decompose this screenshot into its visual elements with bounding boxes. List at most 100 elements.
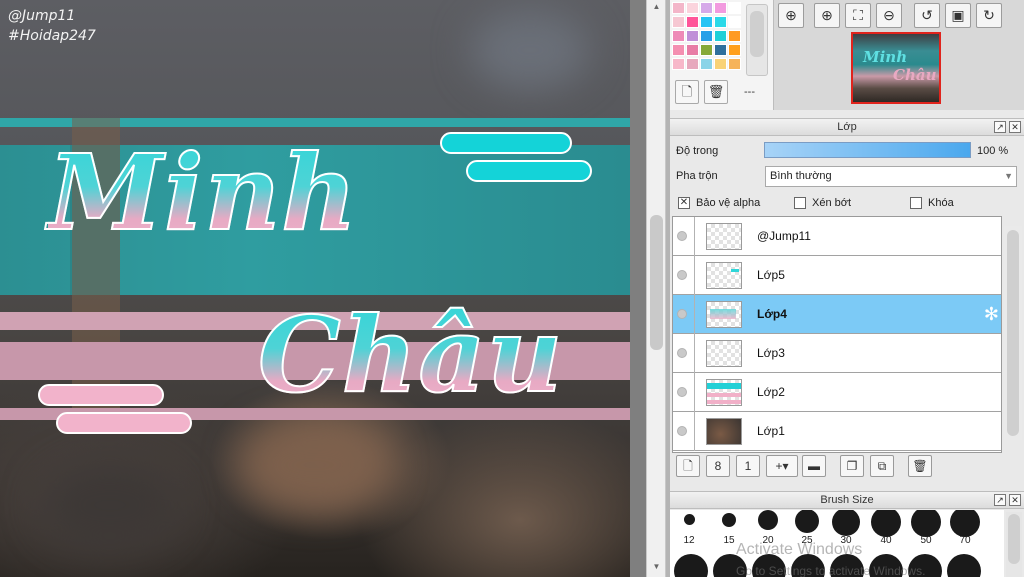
layer-row[interactable]: Lớp2: [673, 373, 1001, 412]
checkbox-box[interactable]: [910, 197, 922, 210]
canvas-vertical-scrollbar[interactable]: ▲ ▼: [646, 0, 666, 577]
thumb-mark: [707, 393, 741, 397]
scroll-down-icon[interactable]: ▼: [650, 562, 663, 574]
color-swatch[interactable]: [686, 2, 699, 14]
navigator-thumbnail[interactable]: Minh Châu: [851, 32, 941, 104]
brush-size-dot[interactable]: [758, 510, 778, 530]
add-layer-menu-button[interactable]: +▾: [766, 455, 798, 477]
brush-size-dot[interactable]: [684, 514, 695, 525]
layer-thumbnail: [706, 223, 742, 250]
rotate-right-button[interactable]: ↻: [976, 3, 1002, 28]
color-swatch[interactable]: [672, 30, 685, 42]
color-swatch[interactable]: [728, 44, 741, 56]
brush-scrollbar[interactable]: [1006, 512, 1022, 577]
layer-row[interactable]: Lớp1: [673, 412, 1001, 451]
palette-more[interactable]: ---: [744, 86, 755, 98]
new-1bit-layer-button[interactable]: 1: [736, 455, 760, 477]
color-swatch[interactable]: [700, 2, 713, 14]
color-swatch[interactable]: [686, 44, 699, 56]
new-folder-button[interactable]: ▬: [802, 455, 826, 477]
zoom-actual-button[interactable]: ⊕: [778, 3, 804, 28]
opacity-slider[interactable]: [764, 142, 971, 158]
visibility-icon[interactable]: [677, 270, 687, 280]
checkbox-box[interactable]: [794, 197, 806, 210]
color-swatch[interactable]: [672, 16, 685, 28]
zoom-in-icon: ⊕: [821, 7, 833, 23]
brush-size-dot[interactable]: [722, 513, 736, 527]
color-swatch[interactable]: [672, 44, 685, 56]
bg-blur: [40, 460, 180, 550]
scroll-thumb[interactable]: [650, 215, 663, 350]
palette-scrollbar[interactable]: [746, 4, 768, 76]
brush-size-dot[interactable]: [795, 510, 819, 533]
gear-icon[interactable]: ✻: [984, 304, 999, 325]
popout-icon[interactable]: ↗: [994, 494, 1006, 506]
color-swatch[interactable]: [700, 16, 713, 28]
color-swatch[interactable]: [714, 58, 727, 70]
color-swatch[interactable]: [686, 16, 699, 28]
scroll-up-icon[interactable]: ▲: [650, 2, 663, 14]
fullscreen-icon: ▣: [951, 7, 965, 23]
color-swatch[interactable]: [686, 58, 699, 70]
layer-row[interactable]: @Jump11: [673, 217, 1001, 256]
delete-layer-button[interactable]: 🗑: [908, 455, 932, 477]
brush-panel-header: Brush Size ↗ ✕: [670, 491, 1024, 509]
visibility-icon[interactable]: [677, 348, 687, 358]
popout-icon[interactable]: ↗: [994, 121, 1006, 133]
brush-size-dot[interactable]: [674, 554, 708, 577]
color-swatch[interactable]: [728, 58, 741, 70]
color-swatch[interactable]: [714, 30, 727, 42]
protect-alpha-checkbox[interactable]: ✕ Bảo vệ alpha: [678, 196, 760, 210]
scroll-thumb[interactable]: [1007, 230, 1019, 436]
color-swatch[interactable]: [728, 2, 741, 14]
brush-size-dot[interactable]: [911, 510, 941, 537]
visibility-icon[interactable]: [677, 309, 687, 319]
visibility-icon[interactable]: [677, 426, 687, 436]
thumb-text-line2: Châu: [893, 66, 937, 84]
layer-list-scrollbar[interactable]: [1004, 226, 1022, 440]
color-swatch[interactable]: [714, 16, 727, 28]
scroll-thumb[interactable]: [1008, 514, 1020, 564]
layer-row[interactable]: Lớp5: [673, 256, 1001, 295]
new-layer-button[interactable]: 🗋: [676, 455, 700, 477]
brush-size-dot[interactable]: [871, 510, 901, 537]
new-8bit-layer-button[interactable]: 8: [706, 455, 730, 477]
blend-mode-select[interactable]: Bình thường ▼: [765, 166, 1017, 187]
color-swatch[interactable]: [714, 44, 727, 56]
scroll-thumb[interactable]: [750, 11, 764, 57]
duplicate-icon: ❐: [846, 459, 858, 473]
merge-layer-button[interactable]: ⧉: [870, 455, 894, 477]
new-palette-button[interactable]: 🗋: [675, 80, 699, 104]
color-swatch[interactable]: [672, 58, 685, 70]
clipping-checkbox[interactable]: Xén bớt: [794, 196, 851, 210]
color-swatch[interactable]: [700, 58, 713, 70]
zoom-in-button[interactable]: ⊕: [814, 3, 840, 28]
color-swatch[interactable]: [672, 2, 685, 14]
teal-pill: [466, 160, 592, 182]
color-swatch[interactable]: [686, 30, 699, 42]
color-swatch[interactable]: [714, 2, 727, 14]
visibility-icon[interactable]: [677, 231, 687, 241]
color-swatch[interactable]: [700, 30, 713, 42]
chevron-down-icon: ▼: [1004, 171, 1013, 181]
fit-view-button[interactable]: ⛶: [845, 3, 871, 28]
lock-checkbox[interactable]: Khóa: [910, 196, 954, 210]
layer-row[interactable]: Lớp4 ✻: [673, 295, 1001, 334]
brush-size-dot[interactable]: [950, 510, 980, 537]
delete-palette-button[interactable]: 🗑: [704, 80, 728, 104]
fullscreen-button[interactable]: ▣: [945, 3, 971, 28]
color-swatch[interactable]: [728, 30, 741, 42]
color-swatch[interactable]: [728, 16, 741, 28]
color-swatch[interactable]: [700, 44, 713, 56]
visibility-icon[interactable]: [677, 387, 687, 397]
rotate-left-button[interactable]: ↺: [914, 3, 940, 28]
drawing-canvas[interactable]: Minh Châu @Jump11 #Hoidap247: [0, 0, 630, 577]
brush-size-dot[interactable]: [832, 510, 860, 536]
duplicate-layer-button[interactable]: ❐: [840, 455, 864, 477]
close-icon[interactable]: ✕: [1009, 494, 1021, 506]
zoom-out-button[interactable]: ⊖: [876, 3, 902, 28]
layer-row[interactable]: Lớp3: [673, 334, 1001, 373]
checkbox-box[interactable]: ✕: [678, 197, 690, 210]
brush-size-dot[interactable]: [947, 554, 981, 577]
close-icon[interactable]: ✕: [1009, 121, 1021, 133]
